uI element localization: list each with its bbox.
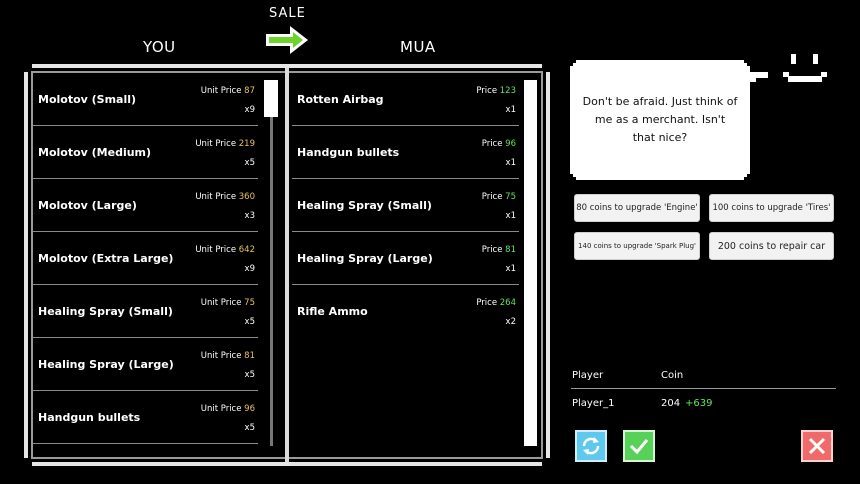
item-price: Unit Price 642	[195, 245, 255, 255]
list-item[interactable]: Molotov (Large) Unit Price 360 x3	[33, 179, 258, 232]
right-arrow-icon[interactable]	[266, 24, 310, 56]
merchant-speech-text: Don't be afraid. Just think of me as a m…	[582, 95, 738, 144]
item-price: Unit Price 75	[200, 298, 255, 308]
close-icon	[808, 437, 826, 455]
item-name: Healing Spray (Small)	[38, 305, 173, 318]
player-name: Player_1	[572, 398, 615, 409]
mua-heading: MUA	[400, 38, 436, 56]
item-price: Unit Price 219	[195, 139, 255, 149]
item-name: Healing Spray (Small)	[297, 199, 432, 212]
item-qty: x1	[505, 264, 516, 274]
list-item[interactable]: Healing Spray (Large) Unit Price 81 x5	[33, 338, 258, 391]
item-name: Rotten Airbag	[297, 93, 384, 106]
item-price: Price 264	[476, 298, 516, 308]
merchant-face-icon	[780, 50, 830, 90]
item-qty: x3	[244, 211, 255, 221]
item-price: Unit Price 96	[200, 404, 255, 414]
item-qty: x1	[505, 105, 516, 115]
list-item[interactable]: Molotov (Small) Unit Price 87 x9	[33, 73, 258, 126]
item-qty: x5	[244, 370, 255, 380]
list-item[interactable]: Healing Spray (Small) Unit Price 75 x5	[33, 285, 258, 338]
item-price: Price 96	[481, 139, 516, 149]
item-name: Molotov (Medium)	[38, 146, 152, 159]
item-qty: x1	[505, 211, 516, 221]
list-item[interactable]: Molotov (Extra Large) Unit Price 642 x9	[33, 232, 258, 285]
refresh-icon	[582, 437, 600, 455]
item-name: Molotov (Small)	[38, 93, 137, 106]
panel-divider	[285, 68, 289, 462]
list-item[interactable]: Handgun bullets Unit Price 96 x5	[33, 391, 258, 444]
list-item[interactable]: Healing Spray (Large) Price 81 x1	[292, 232, 519, 285]
list-item[interactable]: Rifle Ammo Price 264 x2	[292, 285, 519, 338]
upgrade-tires-label: 100 coins to upgrade 'Tires'	[712, 203, 831, 213]
player-column-header: Player	[572, 370, 604, 381]
you-heading: YOU	[143, 38, 176, 56]
item-name: Handgun bullets	[297, 146, 400, 159]
item-name: Healing Spray (Large)	[38, 358, 174, 371]
list-item[interactable]: Molotov (Medium) Unit Price 219 x5	[33, 126, 258, 179]
list-item[interactable]: Handgun bullets Price 96 x1	[292, 126, 519, 179]
item-qty: x9	[244, 105, 255, 115]
player-inventory-list: Molotov (Small) Unit Price 87 x9 Molotov…	[33, 73, 258, 446]
left-scrollbar-track[interactable]	[270, 80, 273, 446]
item-name: Molotov (Extra Large)	[38, 252, 174, 265]
repair-car-button[interactable]: 200 coins to repair car	[709, 232, 834, 260]
item-qty: x9	[244, 264, 255, 274]
right-scrollbar[interactable]	[524, 80, 537, 446]
refresh-button[interactable]	[575, 430, 607, 462]
sale-label: SALE	[269, 6, 306, 21]
left-scrollbar-thumb[interactable]	[264, 80, 278, 117]
list-item[interactable]: Healing Spray (Small) Price 75 x1	[292, 179, 519, 232]
item-name: Healing Spray (Large)	[297, 252, 433, 265]
merchant-speech-bubble: Don't be afraid. Just think of me as a m…	[570, 60, 750, 180]
upgrade-engine-button[interactable]: 80 coins to upgrade 'Engine'	[574, 194, 700, 222]
cancel-button[interactable]	[801, 430, 833, 462]
checkmark-icon	[629, 439, 649, 455]
coin-delta: +639	[685, 398, 713, 409]
upgrade-spark-plug-button[interactable]: 140 coins to upgrade 'Spark Plug'	[574, 232, 700, 260]
item-qty: x5	[244, 317, 255, 327]
item-qty: x5	[244, 158, 255, 168]
speech-bubble-tail	[748, 78, 756, 82]
item-price: Price 81	[481, 245, 516, 255]
confirm-button[interactable]	[623, 430, 655, 462]
upgrade-spark-plug-label: 140 coins to upgrade 'Spark Plug'	[578, 242, 696, 250]
coin-column-header: Coin	[661, 370, 684, 381]
item-qty: x1	[505, 158, 516, 168]
table-divider	[571, 388, 836, 389]
item-qty: x5	[244, 423, 255, 433]
item-price: Unit Price 81	[200, 351, 255, 361]
repair-car-label: 200 coins to repair car	[717, 240, 826, 252]
merchant-list: Rotten Airbag Price 123 x1 Handgun bulle…	[292, 73, 519, 446]
item-name: Handgun bullets	[38, 411, 141, 424]
upgrade-tires-button[interactable]: 100 coins to upgrade 'Tires'	[709, 194, 834, 222]
list-item[interactable]: Rotten Airbag Price 123 x1	[292, 73, 519, 126]
item-price: Unit Price 87	[200, 86, 255, 96]
item-price: Price 123	[476, 86, 516, 96]
player-coins: 204	[661, 398, 681, 409]
item-price: Unit Price 360	[195, 192, 255, 202]
item-qty: x2	[505, 317, 516, 327]
item-name: Molotov (Large)	[38, 199, 137, 212]
item-name: Rifle Ammo	[297, 305, 368, 318]
upgrade-engine-label: 80 coins to upgrade 'Engine'	[576, 203, 698, 213]
item-price: Price 75	[481, 192, 516, 202]
